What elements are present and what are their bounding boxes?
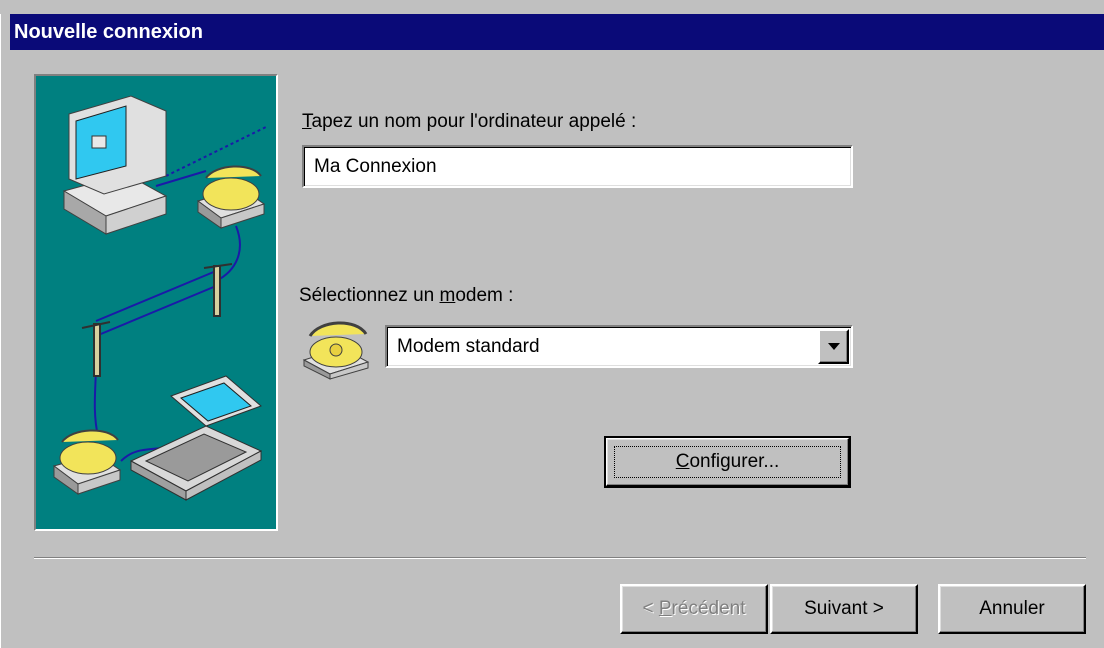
connection-illustration bbox=[34, 74, 278, 531]
desktop-computer-icon bbox=[62, 95, 168, 235]
dropdown-button[interactable] bbox=[818, 329, 849, 364]
modem-select-value: Modem standard bbox=[397, 336, 540, 357]
computer-name-input[interactable]: Ma Connexion bbox=[302, 145, 853, 188]
next-button[interactable]: Suivant > bbox=[770, 584, 918, 634]
configure-button-label: onfigurer... bbox=[689, 451, 780, 472]
title-bar[interactable]: Nouvelle connexion bbox=[10, 14, 1104, 50]
back-button-label: récédent bbox=[671, 598, 746, 619]
window-top-frame bbox=[0, 0, 1104, 14]
chevron-down-icon bbox=[828, 343, 840, 350]
modem-select[interactable]: Modem standard bbox=[385, 325, 853, 368]
focus-rectangle: Configurer... bbox=[614, 446, 841, 478]
computer-name-label-text: apez un nom pour l'ordinateur appelé : bbox=[311, 111, 637, 132]
phone-top-icon bbox=[196, 165, 266, 229]
modem-label-prefix: Sélectionnez un bbox=[299, 285, 440, 306]
modem-label-suffix: odem : bbox=[455, 285, 514, 306]
telephone-modem-icon bbox=[298, 312, 374, 380]
computer-name-label-accelerator: T bbox=[302, 111, 312, 132]
telephone-poles-icon bbox=[81, 263, 233, 377]
window-left-frame bbox=[0, 14, 10, 648]
cancel-button[interactable]: Annuler bbox=[938, 584, 1086, 634]
modem-label: Sélectionnez un modem : bbox=[299, 285, 513, 307]
laptop-icon bbox=[129, 375, 263, 501]
configure-button-accelerator: C bbox=[675, 451, 690, 472]
separator bbox=[34, 557, 1086, 559]
phone-bottom-icon bbox=[52, 429, 122, 495]
window-title: Nouvelle connexion bbox=[14, 21, 203, 43]
back-button-prefix: < bbox=[642, 598, 659, 619]
back-button-accelerator: P bbox=[658, 598, 672, 619]
back-button[interactable]: < Précédent bbox=[620, 584, 768, 634]
computer-name-label: Tapez un nom pour l'ordinateur appelé : bbox=[302, 111, 636, 133]
configure-button[interactable]: Configurer... bbox=[604, 436, 851, 488]
new-connection-dialog: Nouvelle connexion Tapez un nom pour l'o… bbox=[0, 0, 1104, 648]
modem-label-accelerator: m bbox=[439, 285, 456, 306]
